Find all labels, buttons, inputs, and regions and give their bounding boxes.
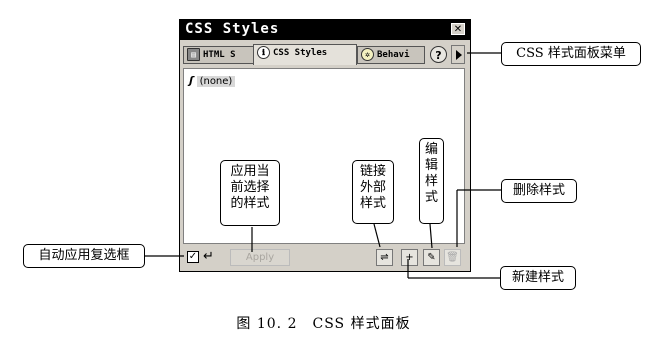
- callout-menu: CSS 样式面板菜单: [501, 42, 641, 66]
- enter-icon: ↵: [203, 249, 214, 264]
- panel-title: CSS Styles: [185, 21, 280, 37]
- delete-style-icon[interactable]: 🗑: [444, 249, 461, 266]
- auto-apply-checkbox[interactable]: ✓: [187, 251, 199, 263]
- list-item[interactable]: ʃ (none): [189, 74, 236, 88]
- callout-auto-apply: 自动应用复选框: [23, 244, 145, 268]
- tab-html-styles-label: HTML S: [203, 50, 236, 60]
- tab-css-styles-label: CSS Styles: [273, 48, 328, 58]
- link-stylesheet-icon[interactable]: ⇌: [376, 249, 393, 266]
- new-style-icon[interactable]: +: [401, 249, 418, 266]
- callout-edit: 编辑样式: [419, 138, 444, 224]
- close-icon[interactable]: ✕: [451, 23, 465, 35]
- style-s-icon: ʃ: [189, 74, 194, 87]
- tab-behaviors-label: Behavi: [377, 50, 410, 60]
- style-name: (none): [196, 76, 236, 87]
- tab-html-styles[interactable]: ▤ HTML S: [183, 46, 255, 64]
- panel-titlebar[interactable]: CSS Styles ✕: [180, 20, 470, 40]
- css-styles-icon: ℹ: [257, 46, 270, 59]
- panel-menu-arrow-icon[interactable]: [451, 45, 465, 64]
- tab-css-styles[interactable]: ℹ CSS Styles: [253, 44, 357, 65]
- callout-apply: 应用当前选择的样式: [220, 160, 280, 226]
- behaviors-icon: ✲: [361, 48, 374, 61]
- callout-delete: 删除样式: [501, 179, 577, 203]
- panel-tabs: ▤ HTML S ℹ CSS Styles ✲ Behavi ?: [183, 44, 465, 66]
- figure-caption: 图 10. 2 CSS 样式面板: [236, 316, 411, 332]
- tab-behaviors[interactable]: ✲ Behavi: [357, 46, 425, 64]
- apply-button[interactable]: Apply: [230, 249, 290, 266]
- panel-toolbar: ✓ ↵ Apply ⇌ + ✎ 🗑: [183, 248, 465, 268]
- edit-style-icon[interactable]: ✎: [423, 249, 440, 266]
- callout-new: 新建样式: [500, 266, 576, 290]
- callout-link: 链接外部样式: [352, 160, 394, 224]
- help-icon[interactable]: ?: [430, 46, 447, 63]
- html-styles-icon: ▤: [187, 48, 200, 61]
